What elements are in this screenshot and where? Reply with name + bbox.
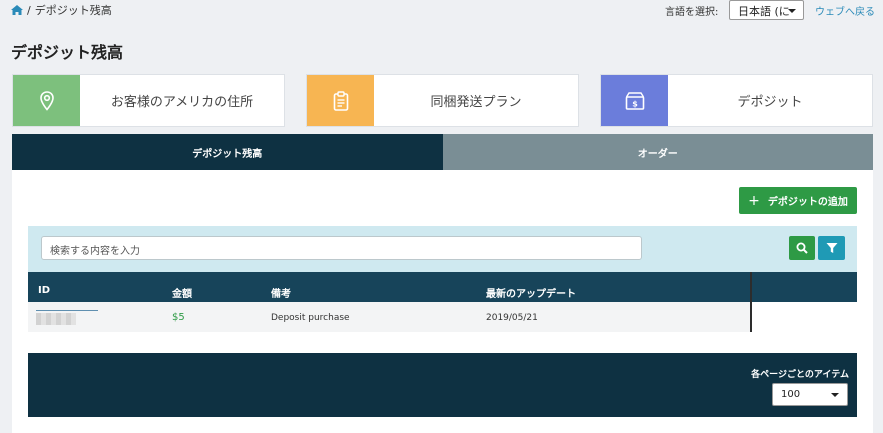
map-pin-icon xyxy=(13,75,80,126)
card-deposit[interactable]: $ デポジット xyxy=(600,74,873,127)
id-cell[interactable] xyxy=(36,310,98,326)
home-icon[interactable] xyxy=(11,5,23,15)
id-underline xyxy=(36,310,98,311)
chevron-down-icon xyxy=(831,393,839,397)
breadcrumb: / デポジット残高 xyxy=(11,2,112,18)
deposit-table: ID 金額 備考 最新のアップデート $5 Deposit purchase 2… xyxy=(28,272,857,332)
money-box-icon: $ xyxy=(601,75,668,126)
filter-icon xyxy=(826,243,837,253)
redacted-id xyxy=(36,313,76,325)
language-select[interactable]: 日本語 (に xyxy=(729,0,804,20)
search-button[interactable] xyxy=(789,236,815,260)
table-footer: 各ページごとのアイテム 100 xyxy=(28,353,857,417)
column-header-amount[interactable]: 金額 xyxy=(172,285,192,300)
per-page-label: 各ページごとのアイテム xyxy=(751,370,849,380)
per-page-value: 100 xyxy=(781,389,801,400)
breadcrumb-current: デポジット残高 xyxy=(34,4,112,17)
table-header: ID 金額 備考 最新のアップデート xyxy=(28,272,857,302)
card-label: デポジット xyxy=(737,95,803,110)
search-bar: 検索する内容を入力 xyxy=(28,226,857,272)
filter-button[interactable] xyxy=(818,236,845,260)
card-label: お客様のアメリカの住所 xyxy=(110,95,254,110)
add-deposit-button[interactable]: + デポジットの追加 xyxy=(739,187,857,214)
page-title: デポジット残高 xyxy=(11,43,124,62)
search-icon xyxy=(796,242,808,254)
updated-cell: 2019/05/21 xyxy=(486,313,538,323)
content-panel: + デポジットの追加 検索する内容を入力 ID 金額 備考 最新のアップデート … xyxy=(12,170,873,433)
language-value: 日本語 (に xyxy=(738,5,790,18)
column-header-updated[interactable]: 最新のアップデート xyxy=(486,285,576,300)
tab-bar: デポジット残高 オーダー xyxy=(12,134,873,170)
column-header-note[interactable]: 備考 xyxy=(271,285,291,300)
svg-text:$: $ xyxy=(632,99,638,108)
clipboard-icon xyxy=(307,75,374,126)
card-label: 同梱発送プラン xyxy=(430,95,522,110)
table-scrollbar[interactable] xyxy=(750,272,752,332)
language-label: 言語を選択: xyxy=(665,7,719,18)
card-consolidation-plan[interactable]: 同梱発送プラン xyxy=(306,74,579,127)
chevron-down-icon xyxy=(788,9,796,13)
search-input[interactable]: 検索する内容を入力 xyxy=(41,236,642,260)
note-cell: Deposit purchase xyxy=(271,313,350,323)
plus-icon: + xyxy=(748,192,760,209)
top-bar: / デポジット残高 言語を選択: 日本語 (に ウェブへ戻る xyxy=(0,0,883,22)
per-page-select[interactable]: 100 xyxy=(772,383,848,406)
column-header-id[interactable]: ID xyxy=(38,285,50,296)
back-to-web-link[interactable]: ウェブへ戻る xyxy=(815,3,875,18)
add-deposit-label: デポジットの追加 xyxy=(767,197,848,208)
table-row[interactable]: $5 Deposit purchase 2019/05/21 xyxy=(28,302,750,332)
tab-orders[interactable]: オーダー xyxy=(442,134,873,170)
breadcrumb-separator: / xyxy=(27,3,31,17)
card-us-address[interactable]: お客様のアメリカの住所 xyxy=(12,74,285,127)
amount-cell: $5 xyxy=(172,312,185,323)
tab-deposit-balance[interactable]: デポジット残高 xyxy=(12,134,443,170)
